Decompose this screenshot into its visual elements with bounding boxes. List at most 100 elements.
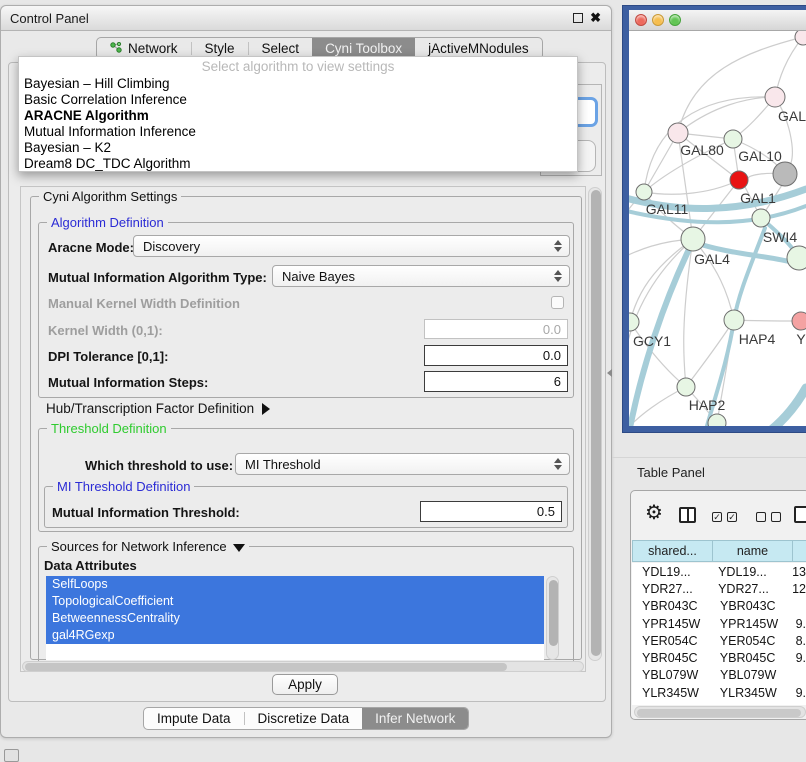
table-row[interactable]: YBR045CYBR045C9. xyxy=(632,649,806,666)
network-node[interactable] xyxy=(765,87,785,107)
attribute-list-item[interactable]: gal4RGexp xyxy=(46,627,544,644)
network-edge-highlighted[interactable] xyxy=(762,388,806,426)
network-node-label: GAL4 xyxy=(694,251,730,267)
which-threshold-combo[interactable]: MI Threshold xyxy=(235,453,570,475)
unchecked-checkbox-icon[interactable] xyxy=(771,512,781,522)
network-edge[interactable] xyxy=(629,322,630,390)
table-row[interactable]: YIL052CYIL052C9 xyxy=(632,701,806,705)
algorithm-popup-list: Bayesian – Hill ClimbingBasic Correlatio… xyxy=(19,76,577,172)
network-node[interactable] xyxy=(724,130,742,148)
network-node-label: GAL1 xyxy=(740,190,776,206)
desktop: Control Panel ✖ Network Style Se xyxy=(0,0,806,762)
sources-title[interactable]: Sources for Network Inference xyxy=(47,539,249,554)
network-node-label: HAP2 xyxy=(689,397,726,413)
network-node[interactable] xyxy=(677,378,695,396)
column-header-partial[interactable] xyxy=(792,540,806,562)
aracne-mode-combo[interactable]: Discovery xyxy=(133,235,570,257)
tab-infer-network[interactable]: Infer Network xyxy=(362,708,468,729)
table-cell: YBL079W xyxy=(632,668,712,682)
manual-kernel-checkbox[interactable] xyxy=(551,296,564,309)
dpi-tolerance-label: DPI Tolerance [0,1]: xyxy=(48,349,168,364)
table-cell: YLR345W xyxy=(712,686,792,700)
panel-splitter-handle[interactable] xyxy=(607,369,612,377)
threshold-definition-title: Threshold Definition xyxy=(47,421,171,436)
network-node[interactable] xyxy=(730,171,748,189)
network-edge[interactable] xyxy=(644,180,739,194)
network-node-label: GAL11 xyxy=(646,201,689,217)
attributes-scrollbar[interactable] xyxy=(546,576,559,660)
table-cell: YPR145W xyxy=(632,617,712,631)
table-row[interactable]: YER054CYER054C8. xyxy=(632,632,806,649)
collapsed-panel-icon[interactable] xyxy=(4,749,19,762)
algorithm-popup: Select algorithm to view settings Bayesi… xyxy=(18,56,578,172)
attribute-list-item[interactable]: BetweennessCentrality xyxy=(46,610,544,627)
table-cell: YIL052C xyxy=(712,703,792,705)
network-node[interactable] xyxy=(629,313,639,331)
new-column-icon[interactable] xyxy=(794,506,806,523)
algorithm-popup-placeholder: Select algorithm to view settings xyxy=(19,57,577,76)
attribute-list-item[interactable]: TopologicalCoefficient xyxy=(46,593,544,610)
data-attributes-list[interactable]: SelfLoopsTopologicalCoefficientBetweenne… xyxy=(46,576,544,660)
algorithm-option[interactable]: Basic Correlation Inference xyxy=(19,92,577,108)
control-panel-titlebar[interactable]: Control Panel ✖ xyxy=(1,6,611,31)
settings-vertical-scrollbar[interactable] xyxy=(588,187,602,661)
network-node-label: GCY1 xyxy=(633,333,671,349)
settings-horizontal-scrollbar[interactable] xyxy=(22,661,584,672)
checked-checkbox-icon[interactable]: ✓ xyxy=(727,512,737,522)
table-row[interactable]: YDR27...YDR27...12 xyxy=(632,580,806,597)
control-panel-title: Control Panel xyxy=(1,11,89,26)
table-row[interactable]: YBL079WYBL079W xyxy=(632,667,806,684)
table-row[interactable]: YBR043CYBR043C xyxy=(632,598,806,615)
table-cell: YBR045C xyxy=(712,651,792,665)
column-header-shared[interactable]: shared... xyxy=(632,540,713,562)
algorithm-option[interactable]: Bayesian – K2 xyxy=(19,140,577,156)
split-columns-icon[interactable] xyxy=(679,507,696,523)
algorithm-option[interactable]: Dream8 DC_TDC Algorithm xyxy=(19,156,577,172)
apply-button[interactable]: Apply xyxy=(272,674,338,695)
network-node[interactable] xyxy=(792,312,806,330)
mi-algorithm-type-combo[interactable]: Naive Bayes xyxy=(272,265,570,287)
kernel-width-field[interactable]: 0.0 xyxy=(424,319,568,339)
network-canvas[interactable]: GALGAL80GAL10GAL1GAL11SWI4GAL4GCY1HAP4YH… xyxy=(629,31,806,426)
float-icon[interactable] xyxy=(573,13,583,23)
table-cell: YER054C xyxy=(632,634,712,648)
table-horizontal-scrollbar[interactable] xyxy=(634,706,806,718)
network-node[interactable] xyxy=(668,123,688,143)
close-icon[interactable]: ✖ xyxy=(590,10,601,26)
checked-checkbox-icon[interactable]: ✓ xyxy=(712,512,722,522)
algorithm-option[interactable]: Mutual Information Inference xyxy=(19,124,577,140)
column-header-name[interactable]: name xyxy=(712,540,793,562)
mi-threshold-field[interactable]: 0.5 xyxy=(420,501,562,522)
algorithm-option[interactable]: ARACNE Algorithm xyxy=(19,108,577,124)
network-node[interactable] xyxy=(773,162,797,186)
network-node[interactable] xyxy=(724,310,744,330)
network-canvas-svg[interactable]: GALGAL80GAL10GAL1GAL11SWI4GAL4GCY1HAP4YH… xyxy=(629,31,806,426)
network-node-label: SWI4 xyxy=(763,229,797,245)
dpi-tolerance-field[interactable]: 0.0 xyxy=(424,345,568,366)
minimize-traffic-light[interactable] xyxy=(652,14,664,26)
gear-icon[interactable]: ⚙ xyxy=(645,503,663,523)
mi-steps-field[interactable]: 6 xyxy=(424,371,568,392)
tab-discretize-data[interactable]: Discretize Data xyxy=(245,708,363,729)
close-traffic-light[interactable] xyxy=(635,14,647,26)
zoom-traffic-light[interactable] xyxy=(669,14,681,26)
attribute-list-item[interactable]: SelfLoops xyxy=(46,576,544,593)
table-row[interactable]: YLR345WYLR345W9. xyxy=(632,684,806,701)
network-node[interactable] xyxy=(787,246,806,270)
table-row[interactable]: YDL19...YDL19...13 xyxy=(632,563,806,580)
network-node[interactable] xyxy=(752,209,770,227)
network-node[interactable] xyxy=(636,184,652,200)
network-edge[interactable] xyxy=(678,97,775,133)
collapse-down-icon xyxy=(233,544,245,552)
data-attributes-label: Data Attributes xyxy=(44,558,137,573)
unchecked-checkbox-icon[interactable] xyxy=(756,512,766,522)
table-cell: 9. xyxy=(792,617,806,631)
network-node[interactable] xyxy=(795,31,806,45)
network-node-label: HAP4 xyxy=(739,331,776,347)
table-row[interactable]: YPR145WYPR145W9. xyxy=(632,615,806,632)
hub-definition-toggle[interactable]: Hub/Transcription Factor Definition xyxy=(46,401,270,416)
network-node[interactable] xyxy=(681,227,705,251)
tab-impute-data[interactable]: Impute Data xyxy=(144,708,244,729)
table-body[interactable]: YDL19...YDL19...13YDR27...YDR27...12YBR0… xyxy=(632,563,806,705)
algorithm-option[interactable]: Bayesian – Hill Climbing xyxy=(19,76,577,92)
